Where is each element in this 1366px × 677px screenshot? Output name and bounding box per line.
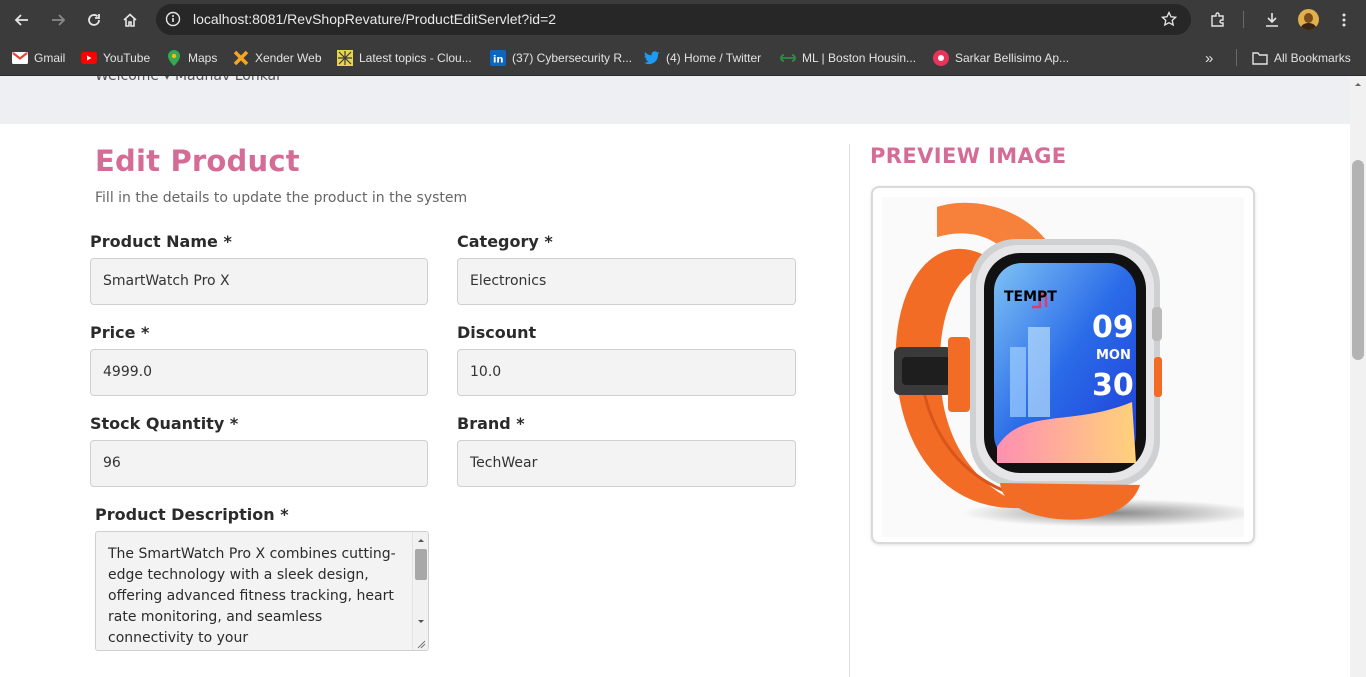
back-button[interactable] [10, 8, 34, 32]
scroll-up-icon[interactable] [413, 534, 429, 546]
smartwatch-image: TEMPT 09 MON 30 [882, 197, 1244, 537]
bookmark-label: YouTube [103, 51, 151, 65]
more-vertical-icon [1342, 13, 1346, 27]
page-title: Edit Product [95, 144, 300, 178]
stock-quantity-input[interactable]: 96 [90, 440, 428, 487]
product-name-input[interactable]: SmartWatch Pro X [90, 258, 428, 305]
price-input[interactable]: 4999.0 [90, 349, 428, 396]
bookmark-twitter[interactable]: (4) Home / Twitter [644, 48, 761, 68]
extensions-button[interactable] [1206, 8, 1230, 32]
textarea-scroll-thumb[interactable] [415, 549, 427, 580]
product-name-label: Product Name * [90, 232, 232, 251]
bookmark-label: Latest topics - Clou... [359, 51, 472, 65]
bookmark-maps[interactable]: Maps [166, 48, 217, 68]
maps-icon [166, 50, 182, 66]
youtube-icon [81, 50, 97, 66]
bookmark-label: ML | Boston Housin... [802, 51, 917, 65]
bookmark-label: Gmail [34, 51, 66, 65]
column-divider [849, 144, 850, 677]
resize-handle-icon[interactable] [416, 639, 426, 649]
all-bookmarks-button[interactable]: All Bookmarks [1252, 48, 1351, 68]
category-label: Category * [457, 232, 553, 251]
bookmark-label: (37) Cybersecurity R... [512, 51, 633, 65]
bookmark-latest-topics[interactable]: Latest topics - Clou... [337, 48, 472, 68]
discount-label: Discount [457, 323, 537, 342]
bookmark-star-icon[interactable] [1160, 10, 1178, 31]
watch-brand-text: TEMPT [1004, 289, 1057, 305]
linkedin-icon: in [490, 50, 506, 66]
forum-icon [337, 50, 353, 66]
preview-image-frame: TEMPT 09 MON 30 [871, 186, 1255, 544]
toolbar-separator [1243, 11, 1244, 28]
brand-label: Brand * [457, 414, 525, 433]
bookmark-gmail[interactable]: Gmail [12, 48, 65, 68]
bookmark-xender[interactable]: Xender Web [233, 48, 322, 68]
preview-title: PREVIEW IMAGE [870, 144, 1067, 168]
downloads-button[interactable] [1260, 8, 1284, 32]
download-icon [1266, 13, 1278, 27]
home-icon [123, 13, 137, 27]
profile-avatar[interactable] [1298, 9, 1319, 30]
reload-icon [88, 14, 100, 26]
browser-toolbar: localhost:8081/RevShopRevature/ProductEd… [0, 0, 1366, 40]
stock-quantity-label: Stock Quantity * [90, 414, 239, 433]
bookmark-label: Xender Web [255, 51, 322, 65]
page-scroll-up-icon[interactable] [1350, 78, 1366, 90]
more-bookmarks-button[interactable]: » [1205, 48, 1213, 68]
description-textarea[interactable]: The SmartWatch Pro X combines cutting-ed… [95, 531, 429, 651]
page-scroll-thumb[interactable] [1352, 160, 1364, 360]
page-content: Welcome ▾ Madhav Lohkar Edit Product Fil… [0, 76, 1350, 677]
scroll-down-icon[interactable] [413, 616, 429, 628]
reload-button[interactable] [82, 8, 106, 32]
folder-icon [1252, 50, 1268, 66]
arrow-right-icon [52, 14, 66, 26]
bookmark-linkedin[interactable]: in (37) Cybersecurity R... [490, 48, 632, 68]
address-bar[interactable]: localhost:8081/RevShopRevature/ProductEd… [156, 4, 1191, 35]
textarea-scrollbar[interactable] [412, 532, 428, 650]
all-bookmarks-label: All Bookmarks [1274, 51, 1351, 65]
gmail-icon [12, 50, 28, 66]
bookmark-gfg[interactable]: ML | Boston Housin... [780, 48, 916, 68]
bookmark-sarkar[interactable]: Sarkar Bellisimo Ap... [933, 48, 1069, 68]
url-text: localhost:8081/RevShopRevature/ProductEd… [193, 11, 557, 27]
home-button[interactable] [118, 8, 142, 32]
twitter-icon [644, 50, 660, 66]
category-input[interactable]: Electronics [457, 258, 796, 305]
page-subtitle: Fill in the details to update the produc… [95, 190, 468, 206]
xender-icon [233, 50, 249, 66]
watch-hour-text: 09 [1092, 310, 1134, 345]
discount-input[interactable]: 10.0 [457, 349, 796, 396]
browser-menu-button[interactable] [1332, 8, 1356, 32]
gfg-icon [780, 50, 796, 66]
svg-text:in: in [493, 55, 504, 66]
bookmark-label: Sarkar Bellisimo Ap... [955, 51, 1070, 65]
page-scrollbar[interactable] [1350, 76, 1366, 677]
puzzle-icon [1211, 12, 1224, 27]
bookmarks-separator [1236, 49, 1237, 66]
price-label: Price * [90, 323, 150, 342]
welcome-text[interactable]: Welcome ▾ Madhav Lohkar [95, 76, 282, 84]
site-info-icon[interactable] [165, 11, 181, 31]
bookmarks-bar: Gmail YouTube Maps Xender Web Latest top… [0, 40, 1366, 76]
brand-input[interactable]: TechWear [457, 440, 796, 487]
app-icon [933, 50, 949, 66]
watch-date-text: 30 [1092, 368, 1134, 403]
bookmark-label: (4) Home / Twitter [666, 51, 762, 65]
bookmark-youtube[interactable]: YouTube [81, 48, 150, 68]
description-label: Product Description * [95, 505, 289, 524]
arrow-left-icon [14, 14, 28, 26]
watch-day-text: MON [1096, 348, 1131, 363]
description-text: The SmartWatch Pro X combines cutting-ed… [108, 546, 396, 646]
bookmark-label: Maps [188, 51, 218, 65]
welcome-header: Welcome ▾ Madhav Lohkar [0, 76, 1350, 124]
forward-button[interactable] [46, 8, 70, 32]
